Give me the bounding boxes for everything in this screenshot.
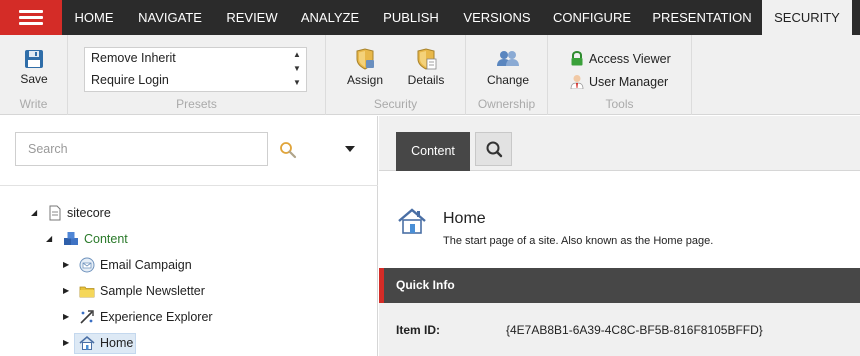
preset-remove-inherit[interactable]: Remove Inherit xyxy=(91,51,176,65)
group-label-ownership: Ownership xyxy=(477,97,536,111)
change-owner-button[interactable]: Change xyxy=(480,48,536,87)
tab-presentation[interactable]: PRESENTATION xyxy=(642,0,762,35)
home-icon xyxy=(79,335,95,350)
user-manager-icon xyxy=(570,75,584,90)
editor-tabs: Content xyxy=(379,116,860,171)
tree-item-label: Sample Newsletter xyxy=(100,284,205,298)
tree-item-label: Experience Explorer xyxy=(100,310,213,324)
expand-arrow-icon[interactable]: ▶ xyxy=(63,280,73,302)
scroll-down-icon[interactable]: ▼ xyxy=(288,62,306,76)
expand-arrow-icon[interactable]: ▶ xyxy=(63,306,73,328)
assign-label: Assign xyxy=(346,73,384,87)
item-title: Home xyxy=(443,210,486,227)
tab-security[interactable]: SECURITY xyxy=(762,0,852,35)
tree-item-label: sitecore xyxy=(67,206,111,220)
tree-item-sample-newsletter[interactable]: ▶ Sample Newsletter xyxy=(0,280,378,302)
shield-assign-icon xyxy=(356,48,374,70)
presets-list[interactable]: Remove Inherit Require Login ▲ ▼ ▼ xyxy=(84,47,307,92)
search-icon[interactable] xyxy=(278,140,298,160)
access-viewer-button[interactable]: Access Viewer xyxy=(570,50,671,66)
group-label-presets: Presets xyxy=(176,97,217,111)
tab-review[interactable]: REVIEW xyxy=(214,0,290,35)
tab-publish[interactable]: PUBLISH xyxy=(370,0,452,35)
home-icon xyxy=(398,208,426,234)
tree-item-content[interactable]: ◢ Content xyxy=(0,228,378,250)
search-input[interactable] xyxy=(15,132,268,166)
group-label-tools: Tools xyxy=(605,97,634,111)
tab-analyze[interactable]: ANALYZE xyxy=(290,0,370,35)
user-manager-label: User Manager xyxy=(589,75,669,89)
access-viewer-label: Access Viewer xyxy=(589,52,671,66)
search-bar xyxy=(0,116,378,186)
tab-search[interactable] xyxy=(475,132,512,166)
change-label: Change xyxy=(486,73,530,87)
email-campaign-icon xyxy=(79,257,95,273)
scroll-more-icon[interactable]: ▼ xyxy=(288,76,306,90)
item-description: The start page of a site. Also known as … xyxy=(443,235,714,247)
group-label-security: Security xyxy=(373,97,418,111)
expand-arrow-icon[interactable]: ▶ xyxy=(63,254,73,276)
users-icon xyxy=(497,51,519,66)
expand-arrow-icon[interactable]: ▶ xyxy=(63,332,73,354)
content-editor-pane: Content Home The start page of a site. A… xyxy=(379,116,860,356)
folder-icon xyxy=(79,286,95,298)
top-navigation-bar: HOME NAVIGATE REVIEW ANALYZE PUBLISH VER… xyxy=(0,0,860,35)
presets-scroll[interactable]: ▲ ▼ ▼ xyxy=(288,48,306,91)
item-id-value: {4E7AB8B1-6A39-4C8C-BF5B-816F8105BFFD} xyxy=(506,323,763,337)
tab-navigate[interactable]: NAVIGATE xyxy=(126,0,214,35)
details-label: Details xyxy=(407,73,445,87)
page-icon xyxy=(49,205,61,221)
tab-versions[interactable]: VERSIONS xyxy=(452,0,542,35)
tree-item-sitecore[interactable]: ◢ sitecore xyxy=(0,202,378,224)
tab-configure[interactable]: CONFIGURE xyxy=(542,0,642,35)
ribbon-group-ownership: Change Ownership xyxy=(466,35,548,115)
lock-icon xyxy=(571,50,583,66)
quick-info-body: Item ID: {4E7AB8B1-6A39-4C8C-BF5B-816F81… xyxy=(379,303,860,356)
tree-item-label: Content xyxy=(84,232,128,246)
tree-item-label: Email Campaign xyxy=(100,258,192,272)
details-button[interactable]: Details xyxy=(400,48,452,87)
preset-require-login[interactable]: Require Login xyxy=(91,73,169,87)
content-cubes-icon xyxy=(64,232,78,245)
chevron-down-icon[interactable] xyxy=(344,144,356,154)
item-id-label: Item ID: xyxy=(396,323,441,337)
tree-item-email-campaign[interactable]: ▶ Email Campaign xyxy=(0,254,378,276)
ribbon: Save Write Presets Remove Inherit Requir… xyxy=(0,35,860,115)
tab-content[interactable]: Content xyxy=(396,132,470,171)
assign-button[interactable]: Assign xyxy=(340,48,390,87)
tab-home[interactable]: HOME xyxy=(62,0,126,35)
quick-info-header[interactable]: Quick Info xyxy=(379,268,860,303)
menu-hamburger-icon[interactable] xyxy=(0,0,62,35)
ribbon-group-write: Save Write xyxy=(0,35,68,115)
save-label: Save xyxy=(20,72,48,86)
content-tree-pane: ◢ sitecore ◢ Content ▶ Email Campaign ▶ … xyxy=(0,116,378,356)
group-label-write: Write xyxy=(19,97,48,111)
tree-item-label: Home xyxy=(100,336,134,350)
ribbon-group-security: Assign Details Security xyxy=(326,35,466,115)
save-button[interactable]: Save xyxy=(10,49,58,86)
explorer-icon xyxy=(80,310,94,324)
save-icon xyxy=(25,50,43,68)
tree-item-home[interactable]: ▶ Home xyxy=(0,332,378,354)
collapse-arrow-icon[interactable]: ◢ xyxy=(31,202,41,224)
collapse-arrow-icon[interactable]: ◢ xyxy=(46,228,56,250)
scroll-up-icon[interactable]: ▲ xyxy=(288,48,306,62)
search-icon xyxy=(486,141,503,158)
tree-item-experience-explorer[interactable]: ▶ Experience Explorer xyxy=(0,306,378,328)
shield-details-icon xyxy=(417,48,437,70)
user-manager-button[interactable]: User Manager xyxy=(570,74,669,90)
